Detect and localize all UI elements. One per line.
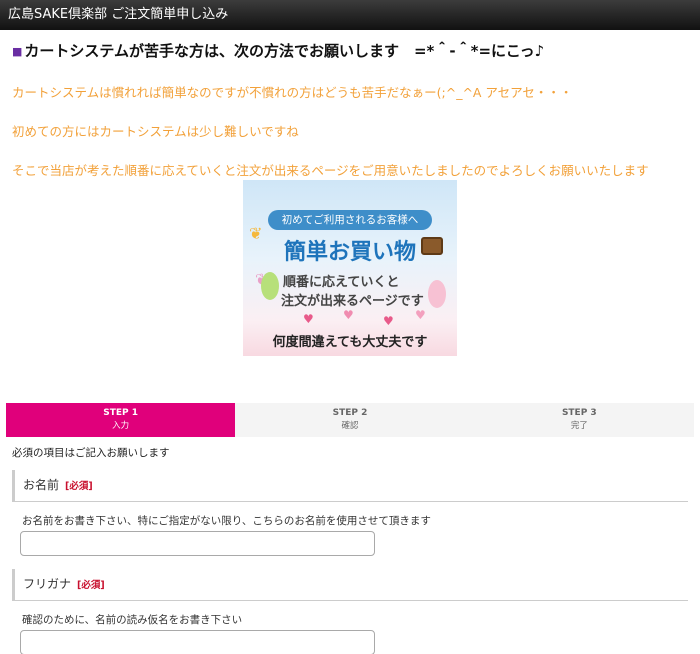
furigana-description: 確認のために、名前の読み仮名をお書き下さい: [22, 614, 243, 626]
step-1: STEP 1 入力: [6, 403, 236, 437]
step-indicator: STEP 1 入力 STEP 2 確認 STEP 3 完了: [6, 403, 694, 437]
step-2: STEP 2 確認: [235, 403, 465, 437]
name-label: お名前: [23, 478, 60, 492]
heart-icon: ♥: [303, 312, 314, 326]
intro-line-3: そこで当店が考えた順番に応えていくと注文が出来るページをご用意いたしましたのでよ…: [12, 163, 649, 178]
name-description: お名前をお書き下さい、特にご指定がない限り、こちらのお名前を使用させて頂きます: [22, 515, 431, 527]
balloon-icon: [261, 272, 279, 300]
heart-icon: ♥: [383, 314, 394, 328]
step-3: STEP 3 完了: [464, 403, 694, 437]
required-badge: [必須]: [77, 580, 105, 591]
heart-icon: ♥: [343, 308, 354, 322]
step-3-label: STEP 3: [561, 408, 597, 418]
banner-pill: 初めてご利用されるお客様へ: [268, 210, 432, 230]
page-header: 広島SAKE倶楽部 ご注文簡単申し込み: [0, 0, 700, 30]
furigana-input[interactable]: [20, 630, 375, 654]
intro-line-1: カートシステムは慣れれば簡単なのですが不慣れの方はどうも苦手だなぁー(;^_^A…: [12, 85, 573, 100]
required-note: 必須の項目はご記入お願いします: [12, 447, 170, 459]
furigana-section-heading: フリガナ [必須]: [12, 569, 688, 601]
guide-banner-image: ❦ ❦ ♥ ♥ ♥ ♥ 初めてご利用されるお客様へ 簡単お買い物 順番に応えてい…: [243, 180, 457, 356]
intro-line-2: 初めての方にはカートシステムは少し難しいですね: [12, 124, 299, 139]
required-badge: [必須]: [65, 481, 93, 492]
furigana-label: フリガナ: [23, 577, 72, 591]
wallet-icon: [421, 237, 443, 255]
page-title: 広島SAKE倶楽部 ご注文簡単申し込み: [8, 7, 229, 22]
step-1-label: STEP 1: [103, 408, 139, 418]
name-section-heading: お名前 [必須]: [12, 470, 688, 502]
banner-bottom-text: 何度間違えても大丈夫です: [272, 335, 428, 350]
step-1-sub: 入力: [112, 421, 130, 431]
banner-line-1: 順番に応えていくと: [283, 275, 400, 290]
banner-line-2: 注文が出来るページです: [281, 294, 424, 309]
bullet-icon: ■: [12, 45, 23, 58]
intro-headline-text: カートシステムが苦手な方は、次の方法でお願いします =*＾-＾*=にこっ♪: [24, 42, 545, 60]
step-3-sub: 完了: [570, 421, 588, 431]
intro-headline: ■ カートシステムが苦手な方は、次の方法でお願いします =*＾-＾*=にこっ♪: [12, 40, 692, 61]
step-2-label: STEP 2: [332, 408, 368, 418]
step-2-sub: 確認: [341, 421, 359, 431]
heart-icon: ♥: [415, 308, 426, 322]
name-input[interactable]: [20, 531, 375, 556]
